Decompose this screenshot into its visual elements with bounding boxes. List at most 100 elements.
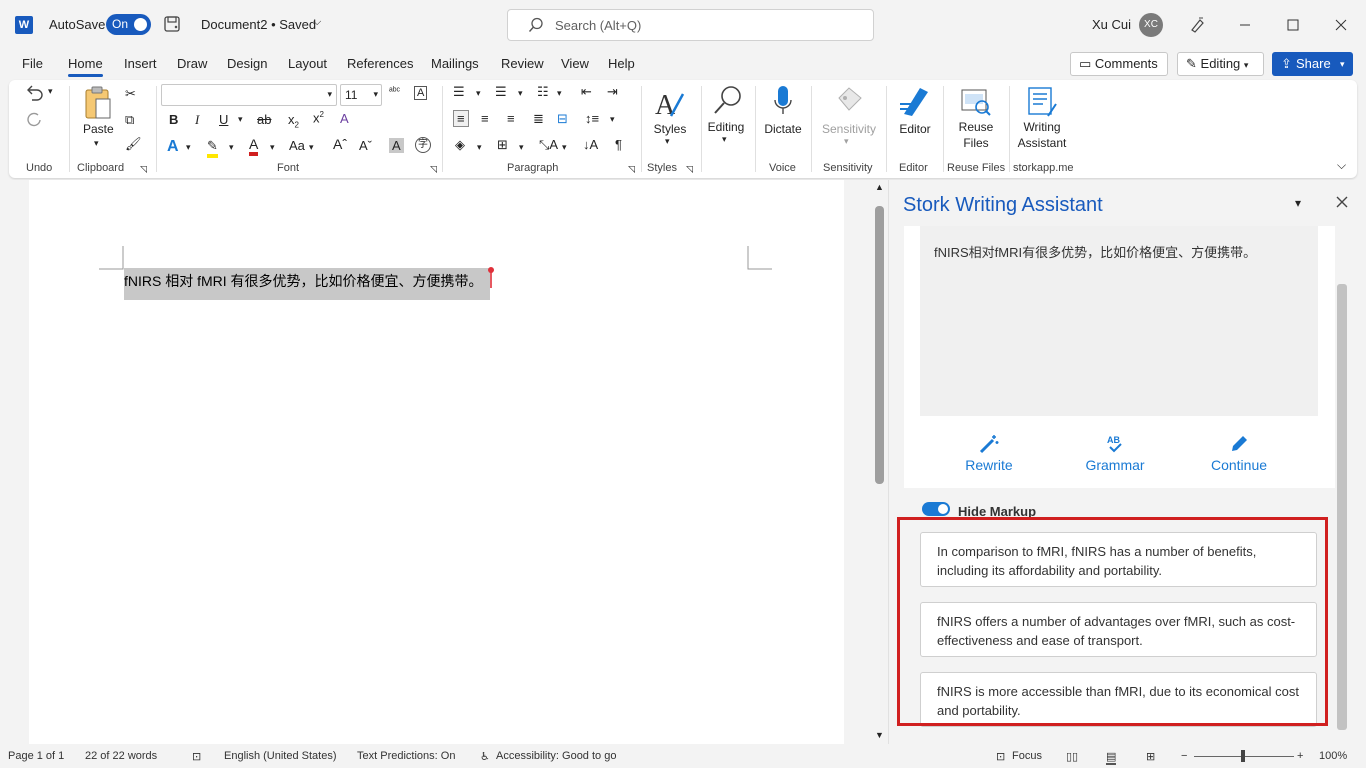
chevron-down-icon[interactable]: ▾: [519, 142, 524, 153]
continue-button[interactable]: Continue: [1199, 433, 1279, 473]
document-title[interactable]: Document2 • Saved: [201, 17, 316, 32]
chevron-down-icon[interactable]: ▾: [476, 88, 481, 99]
chevron-down-icon[interactable]: ▾: [238, 114, 243, 125]
selected-text[interactable]: fNIRS 相对 fMRI 有很多优势，比如价格便宜、方便携带。: [124, 268, 490, 300]
align-left-icon[interactable]: ≡: [453, 110, 469, 127]
copy-icon[interactable]: ⧉: [125, 112, 134, 128]
zoom-in-icon[interactable]: +: [1297, 750, 1303, 762]
text-effects-icon[interactable]: A: [340, 111, 349, 126]
tab-design[interactable]: Design: [227, 56, 267, 71]
paste-label[interactable]: Paste: [83, 122, 114, 136]
document-page[interactable]: fNIRS 相对 fMRI 有很多优势，比如价格便宜、方便携带。: [29, 180, 844, 744]
stork-pin-icon[interactable]: [486, 266, 496, 290]
chevron-down-icon[interactable]: ▾: [477, 142, 482, 153]
chevron-down-icon[interactable]: ▾: [94, 138, 99, 149]
language[interactable]: English (United States): [224, 750, 337, 762]
chinese-layout-icon[interactable]: ⤡A: [539, 137, 558, 153]
designer-pen-icon[interactable]: [1188, 16, 1206, 34]
clear-format-icon[interactable]: A: [414, 86, 428, 100]
ribbon-collapse-chevron-icon[interactable]: ⌵: [1337, 158, 1346, 173]
save-icon[interactable]: [163, 15, 181, 33]
sensitivity-icon[interactable]: [835, 86, 863, 116]
styles-icon[interactable]: A: [653, 86, 687, 120]
comments-button[interactable]: ▭ Comments: [1070, 52, 1168, 76]
pane-scroll-thumb[interactable]: [1337, 284, 1347, 730]
web-layout-icon[interactable]: ⊞: [1146, 750, 1155, 763]
change-case-icon[interactable]: ᵃᵇᶜ: [389, 86, 400, 97]
print-layout-icon[interactable]: ▤: [1106, 750, 1117, 765]
zoom-out-icon[interactable]: −: [1181, 750, 1187, 762]
multilevel-list-icon[interactable]: ☷: [537, 84, 549, 100]
character-shading-icon[interactable]: A: [389, 138, 404, 153]
tab-draw[interactable]: Draw: [177, 56, 207, 71]
close-icon[interactable]: [1329, 13, 1353, 37]
avatar[interactable]: XC: [1139, 13, 1163, 37]
sort-icon[interactable]: ↓A: [583, 137, 598, 152]
highlight-icon[interactable]: ✎: [207, 138, 218, 158]
zoom-slider-thumb[interactable]: [1241, 750, 1245, 762]
chevron-down-icon[interactable]: ▾: [665, 136, 670, 147]
cut-icon[interactable]: ✂: [125, 86, 136, 102]
writing-assistant-label-2[interactable]: Assistant: [1013, 136, 1071, 150]
chevron-down-icon[interactable]: ▾: [309, 142, 314, 153]
pane-scrollbar[interactable]: [1335, 226, 1349, 740]
font-size-box[interactable]: 11 ▾: [340, 84, 382, 106]
tab-file[interactable]: File: [22, 56, 43, 71]
enclose-characters-icon[interactable]: 字: [415, 137, 431, 153]
proofing-icon[interactable]: ⊡: [192, 750, 201, 763]
align-center-icon[interactable]: ≡: [481, 111, 489, 126]
tab-insert[interactable]: Insert: [124, 56, 157, 71]
share-button[interactable]: ⇪ Share ▾: [1272, 52, 1353, 76]
chevron-down-icon[interactable]: ▾: [722, 134, 727, 145]
rewrite-button[interactable]: Rewrite: [949, 433, 1029, 473]
redo-icon[interactable]: [23, 110, 45, 130]
zoom-level[interactable]: 100%: [1319, 750, 1347, 762]
focus-icon[interactable]: ⊡: [996, 750, 1005, 763]
sensitivity-label[interactable]: Sensitivity: [817, 122, 881, 136]
tab-references[interactable]: References: [347, 56, 413, 71]
font-name-box[interactable]: ▾: [161, 84, 337, 106]
chevron-down-icon[interactable]: ▾: [518, 88, 523, 99]
text-effects-icon[interactable]: A: [167, 138, 179, 156]
tab-help[interactable]: Help: [608, 56, 635, 71]
dialog-launcher-icon[interactable]: ◹: [430, 164, 437, 175]
line-spacing-icon[interactable]: ↕≡: [585, 111, 599, 126]
grammar-button[interactable]: AB Grammar: [1075, 433, 1155, 473]
show-marks-icon[interactable]: ¶: [615, 137, 622, 152]
tab-mailings[interactable]: Mailings: [431, 56, 479, 71]
find-icon[interactable]: [712, 84, 744, 116]
maximize-icon[interactable]: [1281, 13, 1305, 37]
chevron-down-icon[interactable]: ⌵: [313, 16, 321, 29]
chevron-down-icon[interactable]: ▾: [844, 136, 849, 147]
editor-icon[interactable]: [898, 84, 932, 118]
reuse-files-label-2[interactable]: Files: [953, 136, 999, 150]
scroll-thumb[interactable]: [875, 206, 884, 484]
tab-view[interactable]: View: [561, 56, 589, 71]
tab-review[interactable]: Review: [501, 56, 544, 71]
borders-icon[interactable]: ⊞: [497, 137, 508, 153]
dialog-launcher-icon[interactable]: ◹: [628, 164, 635, 175]
superscript-icon[interactable]: x2: [313, 110, 324, 125]
tab-layout[interactable]: Layout: [288, 56, 327, 71]
editor-label[interactable]: Editor: [893, 122, 937, 136]
dialog-launcher-icon[interactable]: ◹: [686, 164, 693, 175]
shrink-font-icon[interactable]: Aˇ: [359, 138, 372, 153]
justify-icon[interactable]: ≣: [533, 111, 544, 127]
source-text-area[interactable]: fNIRS相对fMRI有很多优势，比如价格便宜、方便携带。: [920, 226, 1318, 416]
chevron-down-icon[interactable]: ▾: [270, 142, 275, 153]
editing-label[interactable]: Editing: [703, 120, 749, 134]
scroll-up-icon[interactable]: ▲: [875, 182, 884, 192]
pane-options-chevron-icon[interactable]: ▾: [1295, 196, 1301, 210]
autosave-toggle[interactable]: On: [106, 14, 151, 35]
font-color-icon[interactable]: A: [249, 136, 259, 156]
align-right-icon[interactable]: ≡: [507, 111, 515, 126]
reuse-files-icon[interactable]: [960, 86, 992, 118]
accessibility-status[interactable]: Accessibility: Good to go: [496, 750, 616, 762]
editing-mode-button[interactable]: ✎ Editing ▾: [1177, 52, 1264, 76]
writing-assistant-label-1[interactable]: Writing: [1013, 120, 1071, 134]
search-box[interactable]: Search (Alt+Q): [507, 9, 874, 41]
paste-icon[interactable]: [83, 86, 113, 122]
text-predictions[interactable]: Text Predictions: On: [357, 750, 455, 762]
focus-label[interactable]: Focus: [1012, 750, 1042, 762]
dictate-label[interactable]: Dictate: [761, 122, 805, 136]
